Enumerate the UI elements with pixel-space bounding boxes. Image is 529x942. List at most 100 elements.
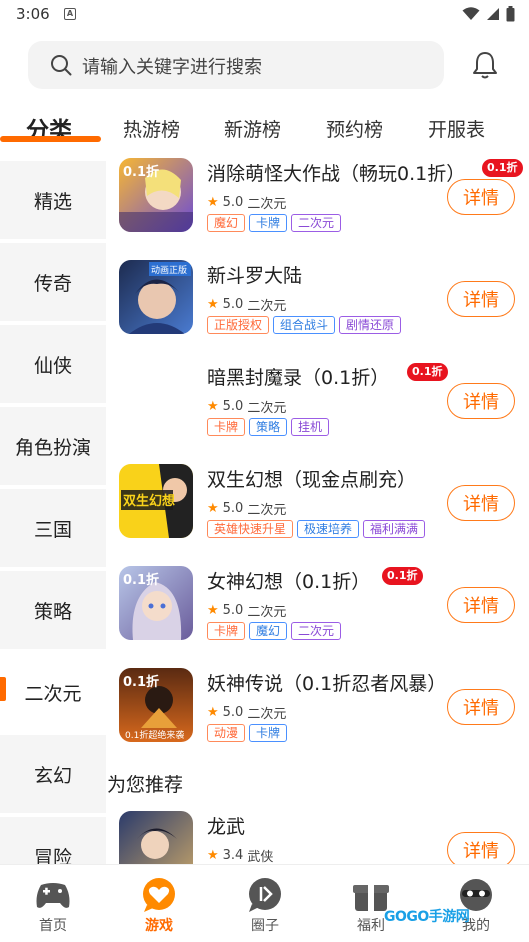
game-list-item[interactable]: 0.1折 消除萌怪大作战（畅玩0.1折） 0.1折 ★ 5.0 二次元 魔幻 卡牌 二次…	[106, 158, 529, 260]
nav-label: 首页	[39, 918, 67, 934]
detail-button[interactable]: 详情	[447, 281, 515, 317]
category-item[interactable]: 策略	[0, 571, 106, 649]
category-label: 仙侠	[33, 354, 72, 377]
gamepad-icon	[36, 883, 70, 908]
discount-badge: 0.1折	[382, 567, 423, 585]
game-thumbnail: 动画正版	[119, 260, 193, 334]
category-label: 玄幻	[33, 764, 72, 787]
game-thumbnail	[119, 362, 193, 436]
game-genre: 二次元	[247, 299, 287, 314]
nav-label: 游戏	[145, 918, 173, 934]
game-name: 女神幻想（0.1折）	[207, 571, 371, 593]
search-bar[interactable]: 请输入关键字进行搜索	[28, 41, 444, 89]
tag: 卡牌	[207, 418, 246, 436]
rating-score: 5.0	[222, 399, 244, 414]
star-icon: ★	[207, 848, 219, 863]
tag: 卡牌	[249, 214, 288, 232]
category-item-active[interactable]: 二次元	[0, 653, 106, 731]
nav-games[interactable]: 游戏	[106, 865, 212, 942]
rating-score: 5.0	[222, 297, 244, 312]
thumb-text: 0.1折超绝来袭	[125, 729, 184, 741]
category-item[interactable]: 仙侠	[0, 325, 106, 403]
nav-mine[interactable]: 我的	[423, 865, 529, 942]
tab-hot[interactable]: 热游榜	[123, 115, 180, 142]
top-tabs: 分类 热游榜 新游榜 预约榜 开服表	[0, 108, 529, 148]
nav-home[interactable]: 首页	[0, 865, 106, 942]
game-name: 龙武	[207, 816, 246, 838]
tab-server[interactable]: 开服表	[428, 115, 485, 142]
game-name: 妖神传说（0.1折忍者风暴）	[207, 673, 447, 695]
tag: 卡牌	[249, 724, 288, 742]
star-icon: ★	[207, 195, 219, 210]
game-thumbnail: 0.1折	[119, 158, 193, 232]
active-category-marker	[0, 677, 6, 701]
chat-bubble-icon	[249, 878, 281, 912]
game-genre: 二次元	[247, 197, 287, 212]
detail-button[interactable]: 详情	[447, 832, 515, 864]
nav-label: 圈子	[251, 918, 279, 934]
detail-button[interactable]: 详情	[447, 383, 515, 419]
nav-welfare[interactable]: 福利	[318, 865, 424, 942]
detail-button[interactable]: 详情	[447, 587, 515, 623]
category-item[interactable]: 角色扮演	[0, 407, 106, 485]
detail-button[interactable]: 详情	[447, 689, 515, 725]
star-icon: ★	[207, 501, 219, 516]
game-list-item[interactable]: 双生幻想 双生幻想（现金点刷充） ★ 5.0 二次元 英雄快速升星 极速培养 福利满满 …	[106, 464, 529, 566]
rating-score: 5.0	[222, 705, 244, 720]
game-list-item[interactable]: 0.1折 女神幻想（0.1折） 0.1折 ★ 5.0 二次元 卡牌 魔幻 二次元 详情	[106, 566, 529, 668]
tab-reserve[interactable]: 预约榜	[326, 115, 383, 142]
category-item[interactable]: 精选	[0, 161, 106, 239]
thumb-text: 0.1折	[123, 164, 159, 180]
tag: 挂机	[291, 418, 330, 436]
rating-score: 5.0	[222, 195, 244, 210]
recommend-heading: 为您推荐	[107, 774, 184, 796]
status-time: 3:06	[16, 5, 50, 23]
status-bar: 3:06 A	[0, 0, 529, 30]
game-name: 暗黑封魔录（0.1折）	[207, 367, 390, 389]
detail-button[interactable]: 详情	[447, 179, 515, 215]
category-item[interactable]: 玄幻	[0, 735, 106, 813]
signal-icon	[487, 8, 499, 20]
battery-icon	[506, 6, 515, 22]
detail-button[interactable]: 详情	[447, 485, 515, 521]
game-list-item[interactable]: 动画正版 新斗罗大陆 ★ 5.0 二次元 正版授权 组合战斗 剧情还原 详情	[106, 260, 529, 362]
game-tags: 正版授权 组合战斗 剧情还原	[207, 316, 402, 334]
category-label: 二次元	[24, 682, 82, 705]
tag: 魔幻	[207, 214, 246, 232]
game-list-item[interactable]: 暗黑封魔录（0.1折） 0.1折 ★ 5.0 二次元 卡牌 策略 挂机 详情	[106, 362, 529, 464]
game-rating: ★ 5.0 二次元	[207, 703, 286, 722]
game-genre: 二次元	[247, 503, 287, 518]
game-rating: ★ 5.0 二次元	[207, 397, 286, 416]
tag: 福利满满	[363, 520, 426, 538]
wifi-icon	[462, 7, 480, 20]
game-rating: ★ 5.0 二次元	[207, 295, 286, 314]
tag: 正版授权	[207, 316, 270, 334]
tag: 二次元	[291, 622, 342, 640]
notification-icon: A	[64, 8, 76, 20]
discount-badge: 0.1折	[482, 159, 523, 177]
category-label: 精选	[33, 190, 72, 213]
star-icon: ★	[207, 603, 219, 618]
bell-icon[interactable]	[470, 50, 500, 80]
game-rating: ★ 5.0 二次元	[207, 499, 286, 518]
game-rating: ★ 5.0 二次元	[207, 601, 286, 620]
star-icon: ★	[207, 297, 219, 312]
thumb-text: 动画正版	[151, 264, 187, 276]
category-label: 策略	[33, 600, 72, 623]
heart-chat-icon	[143, 878, 175, 912]
game-thumbnail: 0.1折 0.1折超绝来袭	[119, 668, 193, 742]
game-list-item[interactable]: 龙武 ★ 3.4 武侠 详情	[106, 811, 529, 864]
game-tags: 英雄快速升星 极速培养 福利满满	[207, 520, 426, 538]
game-rating: ★ 3.4 武侠	[207, 846, 273, 864]
tab-new[interactable]: 新游榜	[224, 115, 281, 142]
search-icon	[51, 55, 72, 76]
category-label: 角色扮演	[14, 436, 91, 459]
thumb-text: 双生幻想	[123, 493, 175, 509]
tag: 动漫	[207, 724, 246, 742]
bottom-nav: 首页 游戏 圈子 福利 我的	[0, 864, 529, 942]
game-list-item[interactable]: 0.1折 0.1折超绝来袭 妖神传说（0.1折忍者风暴） ★ 5.0 二次元 动漫 卡牌…	[106, 668, 529, 770]
star-icon: ★	[207, 705, 219, 720]
nav-circle[interactable]: 圈子	[212, 865, 318, 942]
category-item[interactable]: 三国	[0, 489, 106, 567]
category-item[interactable]: 传奇	[0, 243, 106, 321]
